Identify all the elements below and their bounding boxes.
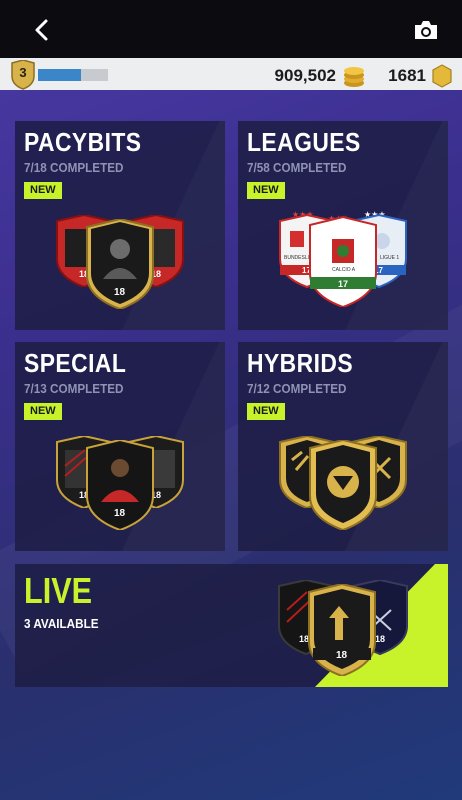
- tile-title: PACYBITS: [24, 127, 142, 157]
- new-badge: NEW: [24, 403, 62, 420]
- camera-button[interactable]: [410, 14, 442, 46]
- card-stack: ★★★ BUNDESLIGA 17 ★★★ LIGUE 1 17 ★★★ CAL…: [238, 209, 448, 309]
- league-name: CALCIO A: [332, 267, 356, 273]
- league-name: LIGUE 1: [380, 255, 399, 261]
- level-badge: 3: [10, 59, 36, 90]
- tile-subtitle: 7/58 COMPLETED: [247, 160, 347, 175]
- new-badge: NEW: [247, 182, 285, 199]
- live-title: LIVE: [24, 570, 93, 611]
- card-rating: 18: [114, 508, 126, 519]
- calcio-card: ★★★ CALCIO A 17: [309, 215, 377, 307]
- new-badge: NEW: [247, 403, 285, 420]
- top-bar: [0, 0, 462, 58]
- card-stack: 18 18 18: [15, 430, 225, 530]
- tile-title: LEAGUES: [247, 127, 361, 157]
- card-rating: 18: [114, 287, 126, 298]
- tile-pacybits[interactable]: PACYBITS 7/18 COMPLETED NEW 18 18 18: [15, 121, 225, 330]
- level-number: 3: [19, 65, 27, 80]
- coins-display: 909,502: [275, 64, 366, 88]
- tile-title: HYBRIDS: [247, 348, 354, 378]
- tile-title: SPECIAL: [24, 348, 127, 378]
- tile-live[interactable]: LIVE 3 AVAILABLE 18 18 18: [15, 564, 448, 687]
- xp-progress-bar: [38, 69, 108, 81]
- live-subtitle: 3 AVAILABLE: [24, 616, 99, 631]
- live-card-center: 18: [308, 584, 376, 676]
- coins-value: 909,502: [274, 66, 336, 85]
- card-rating: 17: [338, 279, 348, 289]
- new-badge: NEW: [24, 182, 62, 199]
- xp-progress-fill: [38, 69, 82, 81]
- back-button[interactable]: [26, 14, 58, 46]
- card-stack: [238, 430, 448, 530]
- chevron-left-icon: [35, 19, 48, 41]
- black-card-center: 18: [86, 440, 154, 530]
- tile-special[interactable]: SPECIAL 7/13 COMPLETED NEW 18 18 18: [15, 342, 225, 551]
- hybrid-card-center: [309, 440, 377, 530]
- coin-stack-icon: [344, 67, 364, 87]
- points-value: 1681: [388, 66, 426, 85]
- points-display: 1681: [388, 64, 452, 88]
- tile-hybrids[interactable]: HYBRIDS 7/12 COMPLETED NEW: [238, 342, 448, 551]
- points-hexagon-icon: [432, 64, 452, 88]
- camera-icon: [415, 21, 437, 39]
- tile-subtitle: 7/18 COMPLETED: [24, 160, 124, 175]
- card-stack: 18 18 18: [15, 209, 225, 309]
- gold-card-center: 18: [86, 219, 154, 309]
- card-rating: 18: [336, 650, 348, 661]
- tile-subtitle: 7/13 COMPLETED: [24, 381, 124, 396]
- tile-subtitle: 7/12 COMPLETED: [247, 381, 347, 396]
- tile-leagues[interactable]: LEAGUES 7/58 COMPLETED NEW ★★★ BUNDESLIG…: [238, 121, 448, 330]
